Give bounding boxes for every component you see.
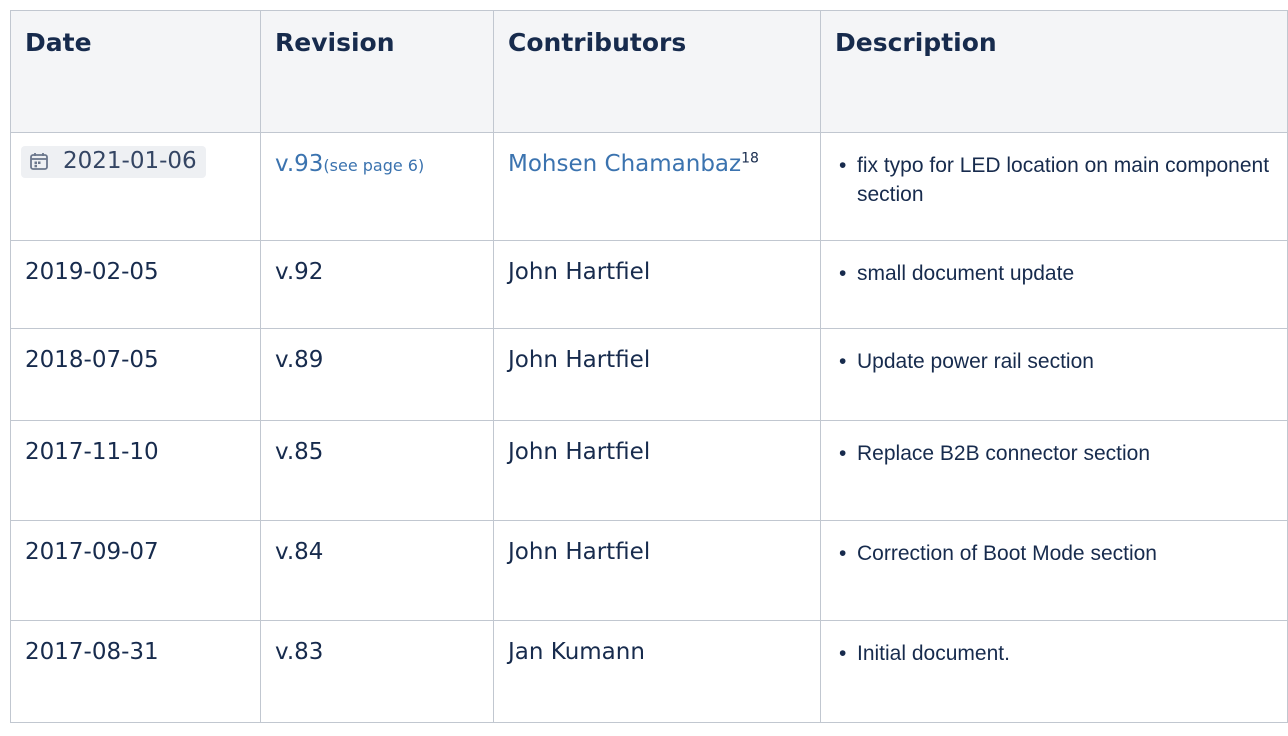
bullet: • xyxy=(839,262,847,285)
date-cell: 2017-11-10 xyxy=(10,420,261,521)
description-text: Update power rail section xyxy=(857,350,1094,373)
header-description: Description xyxy=(820,10,1288,133)
calendar-icon xyxy=(30,153,48,170)
description-text: Initial document. xyxy=(857,642,1010,665)
list-item: • Update power rail section xyxy=(835,347,1273,376)
description-text: Replace B2B connector section xyxy=(857,442,1151,465)
list-item: • fix typo for LED location on main compo… xyxy=(835,151,1273,209)
revision-cell: v.92 xyxy=(260,240,494,329)
list-item: • Replace B2B connector section xyxy=(835,439,1273,468)
date-cell: 2019-02-05 xyxy=(10,240,261,329)
description-text: Correction of Boot Mode section xyxy=(857,542,1157,565)
list-item: • small document update xyxy=(835,259,1273,288)
see-page-link[interactable]: (see page 6) xyxy=(323,156,424,175)
date-cell: 2017-09-07 xyxy=(10,520,261,621)
table-row: 2017-09-07 v.84 John Hartfiel • Correctio… xyxy=(10,520,1288,621)
description-cell: • Replace B2B connector section xyxy=(820,420,1288,521)
table-row: 2021-01-06 v.93(see page 6) Mohsen Chama… xyxy=(10,132,1288,241)
contributor-cell: John Hartfiel xyxy=(493,420,821,521)
table-row: 2018-07-05 v.89 John Hartfiel • Update po… xyxy=(10,328,1288,421)
header-contributors: Contributors xyxy=(493,10,821,133)
description-list: • Update power rail section xyxy=(835,347,1273,376)
contributor-cell: John Hartfiel xyxy=(493,328,821,421)
revision-history-page: Date Revision Contributors Description 2… xyxy=(0,0,1288,736)
contributor-link[interactable]: Mohsen Chamanbaz xyxy=(508,151,741,177)
bullet: • xyxy=(839,350,847,373)
list-item: • Correction of Boot Mode section xyxy=(835,539,1273,568)
description-text: fix typo for LED location on main compon… xyxy=(857,154,1270,206)
table-header-row: Date Revision Contributors Description xyxy=(10,10,1288,133)
date-cell: 2021-01-06 xyxy=(10,132,261,241)
contributor-cell: Mohsen Chamanbaz18 xyxy=(493,132,821,241)
header-date: Date xyxy=(10,10,261,133)
date-cell: 2017-08-31 xyxy=(10,620,261,723)
revision-link[interactable]: v.93 xyxy=(275,151,323,177)
contributor-cell: John Hartfiel xyxy=(493,520,821,621)
revision-cell: v.83 xyxy=(260,620,494,723)
table-row: 2017-11-10 v.85 John Hartfiel • Replace B… xyxy=(10,420,1288,521)
bullet: • xyxy=(839,542,847,565)
footnote-marker: 18 xyxy=(741,150,759,167)
contributor-cell: John Hartfiel xyxy=(493,240,821,329)
revision-history-table: Date Revision Contributors Description 2… xyxy=(10,10,1288,723)
date-lozenge[interactable]: 2021-01-06 xyxy=(21,146,206,178)
revision-cell: v.89 xyxy=(260,328,494,421)
contributor-cell: Jan Kumann xyxy=(493,620,821,723)
description-list: • Replace B2B connector section xyxy=(835,439,1273,468)
description-cell: • small document update xyxy=(820,240,1288,329)
description-cell: • Initial document. xyxy=(820,620,1288,723)
bullet: • xyxy=(839,642,847,665)
revision-cell: v.93(see page 6) xyxy=(260,132,494,241)
bullet: • xyxy=(839,154,847,177)
table-row: 2017-08-31 v.83 Jan Kumann • Initial docu… xyxy=(10,620,1288,723)
list-item: • Initial document. xyxy=(835,639,1273,668)
date-cell: 2018-07-05 xyxy=(10,328,261,421)
description-text: small document update xyxy=(857,262,1075,285)
revision-cell: v.84 xyxy=(260,520,494,621)
date-text: 2021-01-06 xyxy=(63,148,197,174)
description-list: • small document update xyxy=(835,259,1273,288)
description-cell: • fix typo for LED location on main compo… xyxy=(820,132,1288,241)
description-list: • Initial document. xyxy=(835,639,1273,668)
description-list: • Correction of Boot Mode section xyxy=(835,539,1273,568)
description-cell: • Update power rail section xyxy=(820,328,1288,421)
description-list: • fix typo for LED location on main compo… xyxy=(835,151,1273,209)
table-row: 2019-02-05 v.92 John Hartfiel • small doc… xyxy=(10,240,1288,329)
description-cell: • Correction of Boot Mode section xyxy=(820,520,1288,621)
bullet: • xyxy=(839,442,847,465)
header-revision: Revision xyxy=(260,10,494,133)
revision-cell: v.85 xyxy=(260,420,494,521)
